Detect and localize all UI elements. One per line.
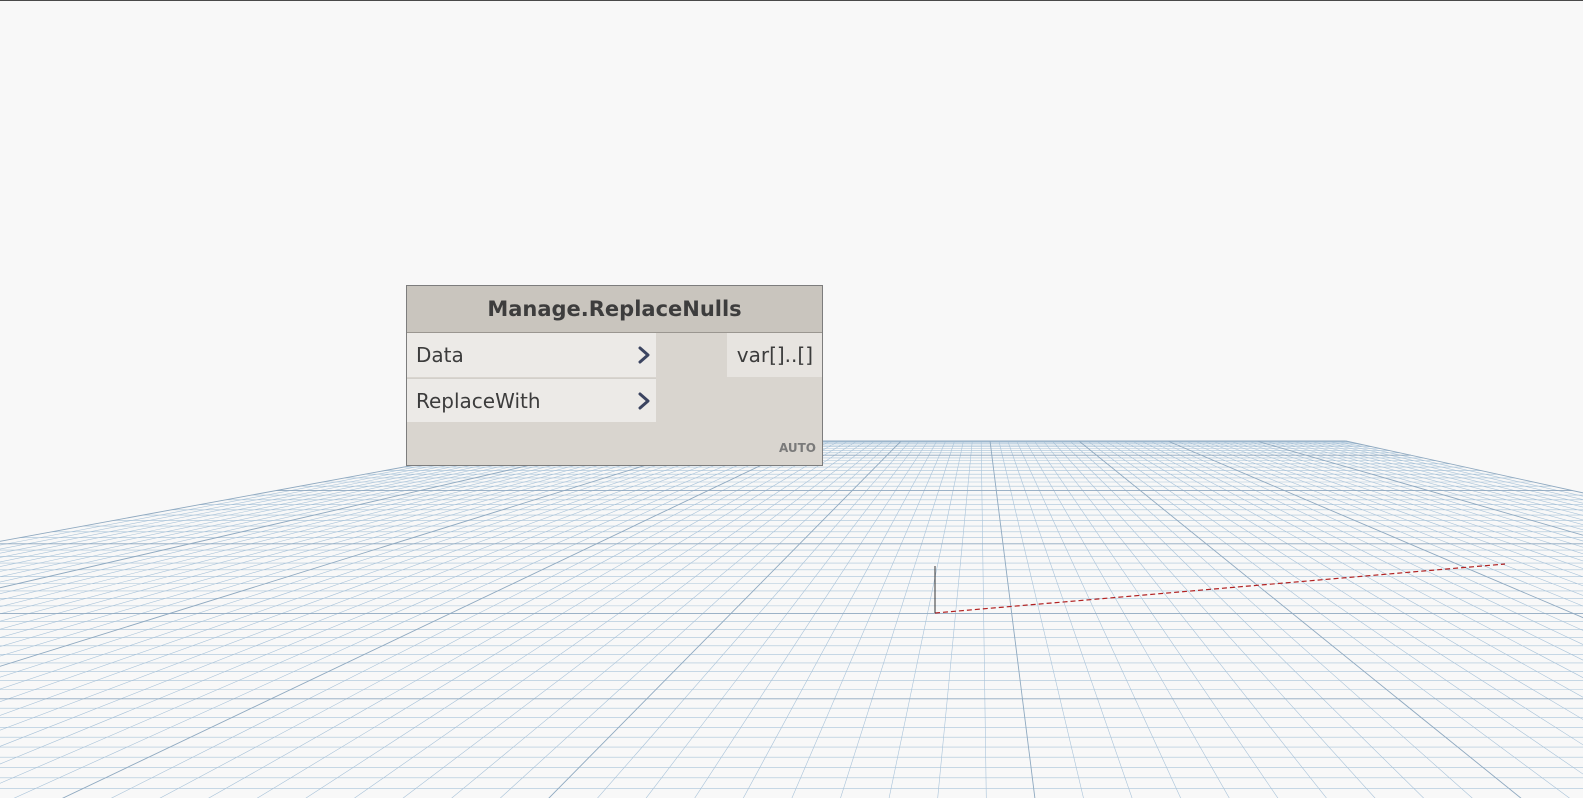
chevron-right-icon [638,346,650,364]
input-port-replacewith[interactable]: ReplaceWith [407,378,656,422]
input-port-data[interactable]: Data [407,333,656,377]
lacing-indicator[interactable]: AUTO [779,441,816,455]
input-port-label: Data [416,343,464,367]
input-port-label: ReplaceWith [416,388,541,413]
replace-nulls-node[interactable]: Manage.ReplaceNulls Data ReplaceWith var… [406,285,823,466]
node-title[interactable]: Manage.ReplaceNulls [407,286,822,333]
output-port[interactable]: var[]..[] [727,333,822,377]
dynamo-canvas[interactable]: Manage.ReplaceNulls Data ReplaceWith var… [0,0,1583,798]
chevron-right-icon [638,392,650,409]
output-port-label: var[]..[] [736,343,813,367]
